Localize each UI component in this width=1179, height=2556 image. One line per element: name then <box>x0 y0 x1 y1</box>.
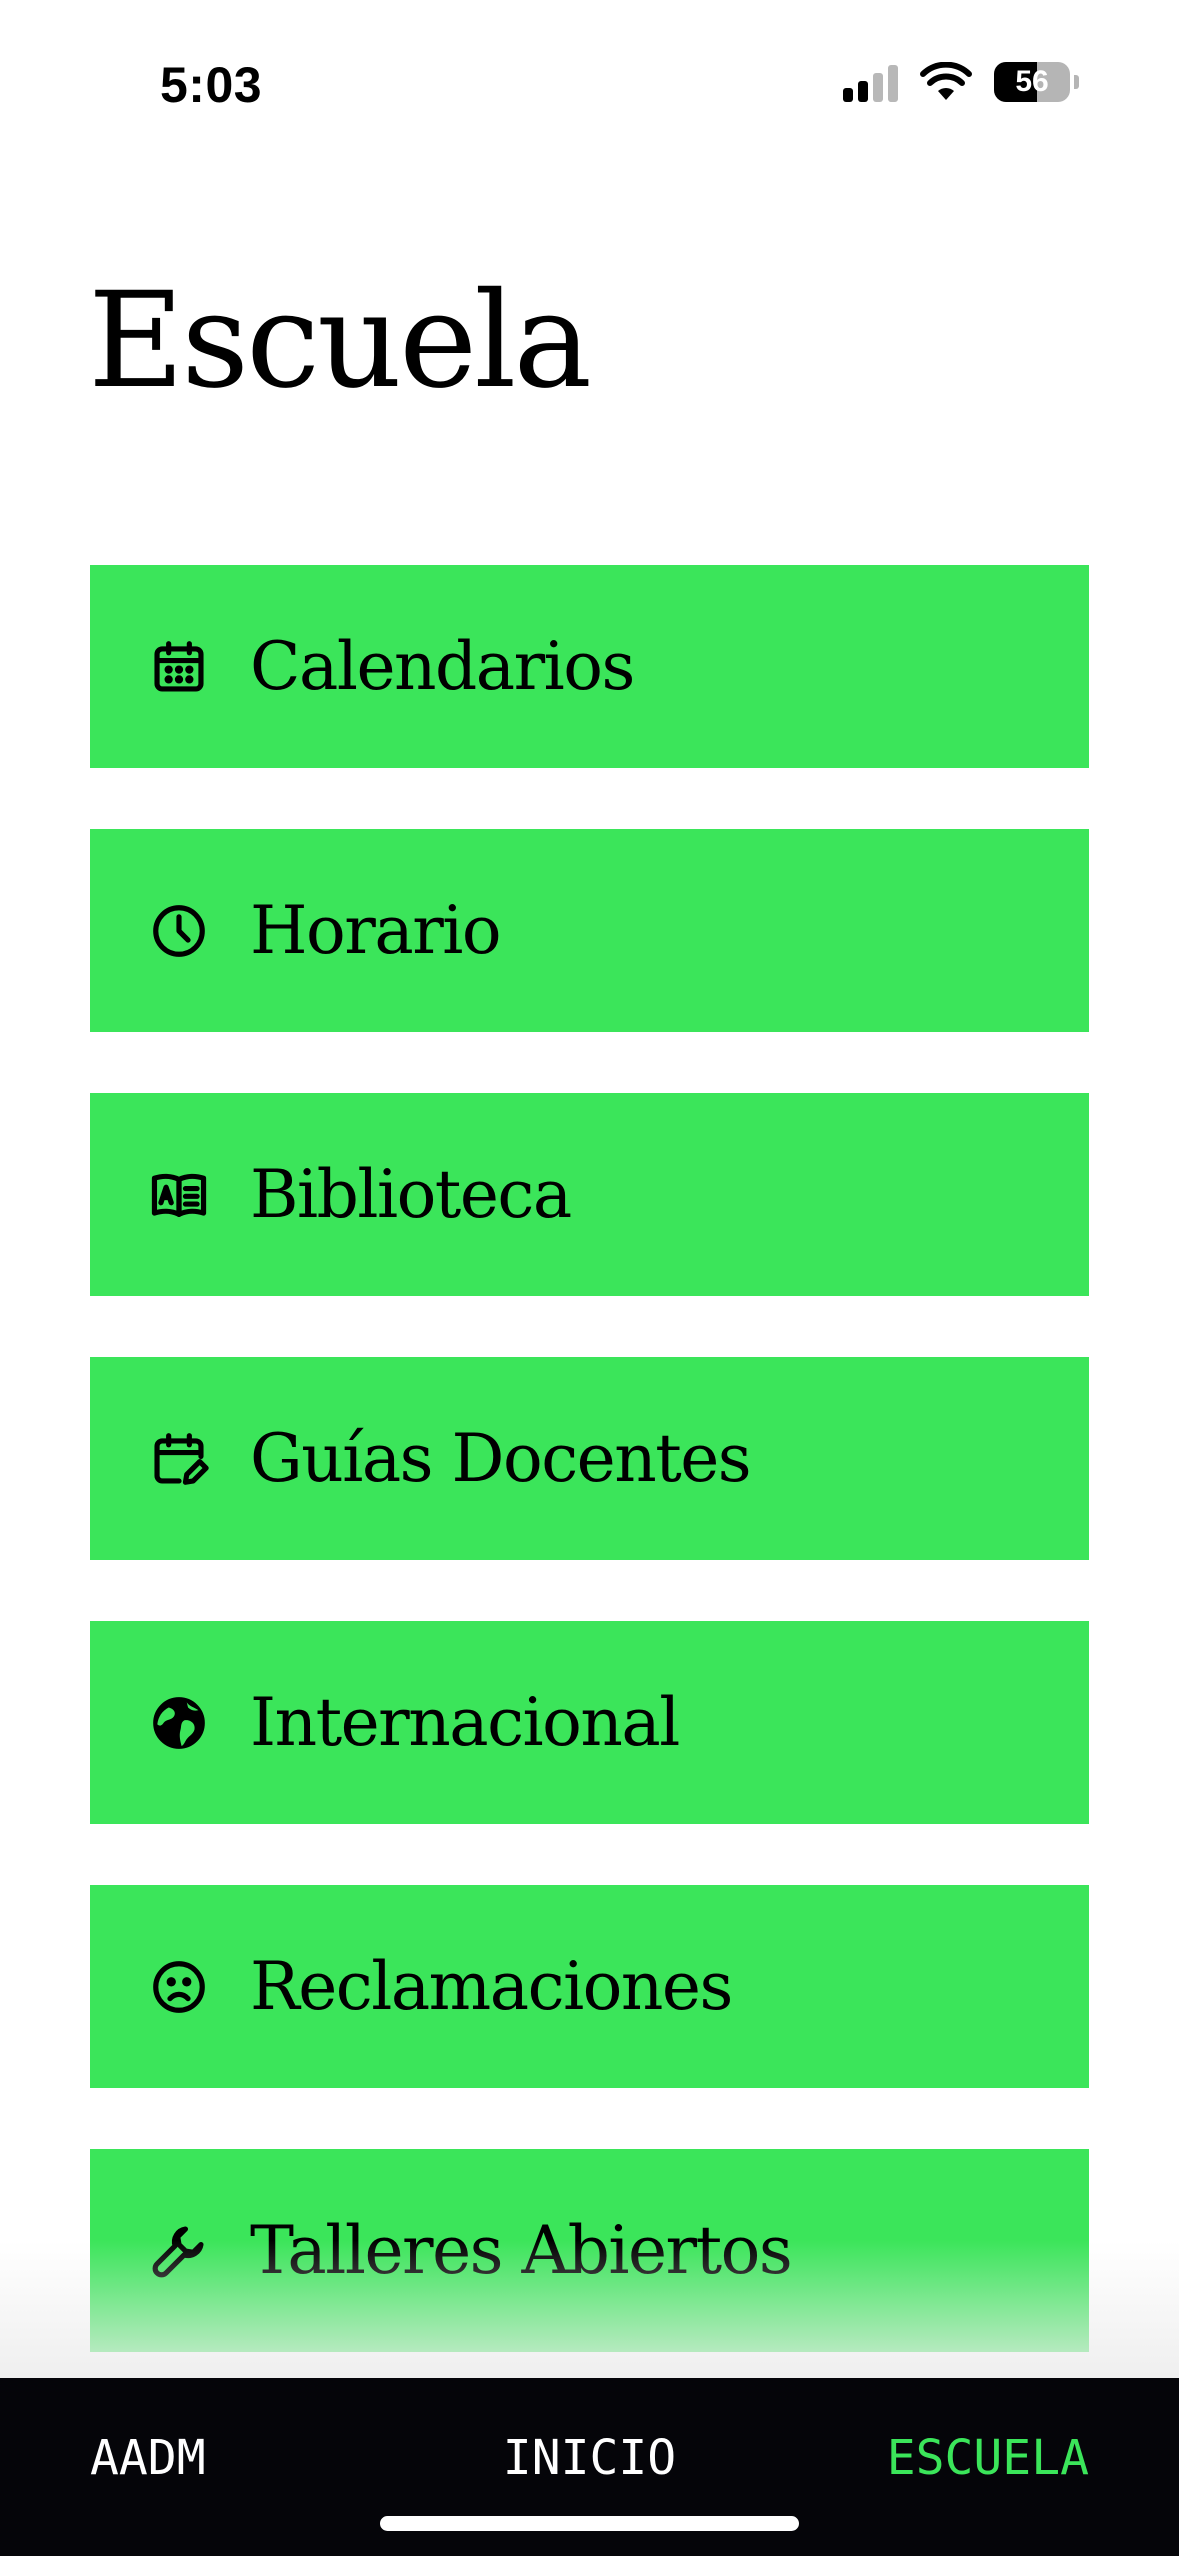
menu-item-talleres-abiertos[interactable]: Talleres Abiertos <box>90 2149 1089 2352</box>
menu-item-label: Talleres Abiertos <box>250 2212 793 2289</box>
school-menu: Calendarios Horario Biblioteca Guías Doc… <box>90 565 1089 2413</box>
menu-item-reclamaciones[interactable]: Reclamaciones <box>90 1885 1089 2088</box>
globe-icon <box>148 1692 210 1754</box>
menu-item-internacional[interactable]: Internacional <box>90 1621 1089 1824</box>
battery-icon: 56 <box>994 62 1070 102</box>
book-icon <box>148 1164 210 1226</box>
menu-item-label: Guías Docentes <box>250 1420 752 1497</box>
menu-item-guias-docentes[interactable]: Guías Docentes <box>90 1357 1089 1560</box>
status-time: 5:03 <box>160 57 263 113</box>
clock-icon <box>148 900 210 962</box>
status-bar: 5:03 56 <box>0 0 1179 150</box>
tab-bar: AADM INICIO ESCUELA <box>0 2378 1179 2556</box>
sad-face-icon <box>148 1956 210 2018</box>
wifi-icon <box>920 62 972 100</box>
page-title: Escuela <box>88 264 592 418</box>
signal-icon <box>843 62 898 102</box>
menu-item-label: Biblioteca <box>250 1156 572 1233</box>
menu-item-biblioteca[interactable]: Biblioteca <box>90 1093 1089 1296</box>
calendar-edit-icon <box>148 1428 210 1490</box>
battery-level: 56 <box>1015 65 1049 98</box>
menu-item-label: Reclamaciones <box>250 1948 733 2025</box>
home-indicator[interactable] <box>380 2516 799 2531</box>
wrench-icon <box>148 2220 210 2282</box>
menu-item-label: Internacional <box>250 1684 680 1761</box>
menu-item-calendarios[interactable]: Calendarios <box>90 565 1089 768</box>
status-icons: 56 <box>843 62 1079 102</box>
calendar-icon <box>148 636 210 698</box>
menu-item-label: Calendarios <box>250 628 635 705</box>
menu-item-label: Horario <box>250 892 502 969</box>
menu-item-horario[interactable]: Horario <box>90 829 1089 1032</box>
tab-escuela[interactable]: ESCUELA <box>887 2430 1089 2486</box>
battery-cap <box>1074 75 1079 89</box>
